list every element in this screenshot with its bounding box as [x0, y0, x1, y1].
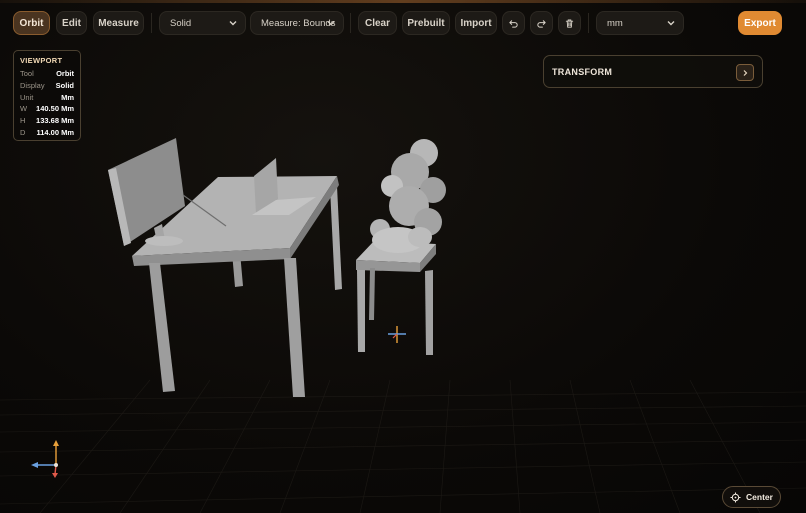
transform-title: TRANSFORM: [552, 66, 613, 77]
display-mode-select[interactable]: Solid: [159, 11, 246, 35]
unit-value: mm: [607, 17, 623, 29]
transform-expand-button[interactable]: [736, 64, 754, 81]
info-value: 133.68 Mm: [36, 116, 74, 126]
chevron-down-icon: [667, 21, 675, 26]
info-row-width: W 140.50 Mm: [20, 103, 74, 115]
export-button[interactable]: Export: [738, 11, 782, 35]
chevron-down-icon: [327, 21, 335, 26]
trash-icon: [565, 19, 574, 28]
info-key: Unit: [20, 92, 34, 102]
info-value: 114.00 Mm: [36, 127, 74, 137]
app-window: Orbit Edit Measure Solid Measure: Bounds…: [0, 0, 806, 513]
redo-icon: [537, 19, 546, 28]
info-row-height: H 133.68 Mm: [20, 115, 74, 127]
chair-model[interactable]: [356, 241, 436, 355]
info-key: H: [20, 116, 26, 126]
viewport-info-title: VIEWPORT: [20, 56, 63, 65]
floor-grid: [0, 379, 806, 513]
viewport-info-panel: VIEWPORT Tool Orbit Display Solid Unit M…: [13, 50, 81, 141]
center-button-label: Center: [746, 492, 773, 502]
toolbar-divider: [151, 13, 152, 33]
undo-icon: [509, 19, 518, 28]
chevron-right-icon: [743, 69, 748, 76]
info-value: Orbit: [56, 69, 74, 79]
info-value: Solid: [55, 81, 74, 91]
prebuilt-button[interactable]: Prebuilt: [402, 11, 450, 35]
main-toolbar: Orbit Edit Measure Solid Measure: Bounds…: [0, 6, 790, 42]
toolbar-divider: [588, 13, 589, 33]
info-row-tool: Tool Orbit: [20, 68, 74, 80]
info-value: Mm: [61, 92, 74, 102]
info-key: D: [20, 127, 26, 137]
info-key: Tool: [20, 69, 34, 79]
info-value: 140.50 Mm: [36, 104, 74, 114]
toolbar-divider: [350, 13, 351, 33]
axis-indicator: [31, 440, 59, 478]
mode-orbit-button[interactable]: Orbit: [13, 11, 50, 35]
origin-gizmo: [388, 326, 406, 343]
info-row-display: Display Solid: [20, 80, 74, 92]
measure-mode-select[interactable]: Measure: Bounds: [250, 11, 344, 35]
delete-button[interactable]: [558, 11, 581, 35]
transform-panel[interactable]: TRANSFORM: [543, 55, 763, 88]
display-mode-value: Solid: [170, 17, 192, 29]
info-row-depth: D 114.00 Mm: [20, 126, 74, 138]
crosshair-icon: [730, 491, 741, 503]
clear-button[interactable]: Clear: [358, 11, 397, 35]
info-key: Display: [20, 81, 45, 91]
import-button[interactable]: Import: [455, 11, 497, 35]
undo-button[interactable]: [502, 11, 525, 35]
info-row-unit: Unit Mm: [20, 91, 74, 103]
chevron-down-icon: [229, 21, 237, 26]
center-view-button[interactable]: Center: [722, 486, 781, 508]
teddy-figure-model[interactable]: [370, 139, 446, 253]
mode-measure-button[interactable]: Measure: [93, 11, 144, 35]
mode-edit-button[interactable]: Edit: [56, 11, 87, 35]
unit-select[interactable]: mm: [596, 11, 684, 35]
info-key: W: [20, 104, 28, 114]
measure-mode-value: Measure: Bounds: [261, 17, 336, 29]
redo-button[interactable]: [530, 11, 553, 35]
